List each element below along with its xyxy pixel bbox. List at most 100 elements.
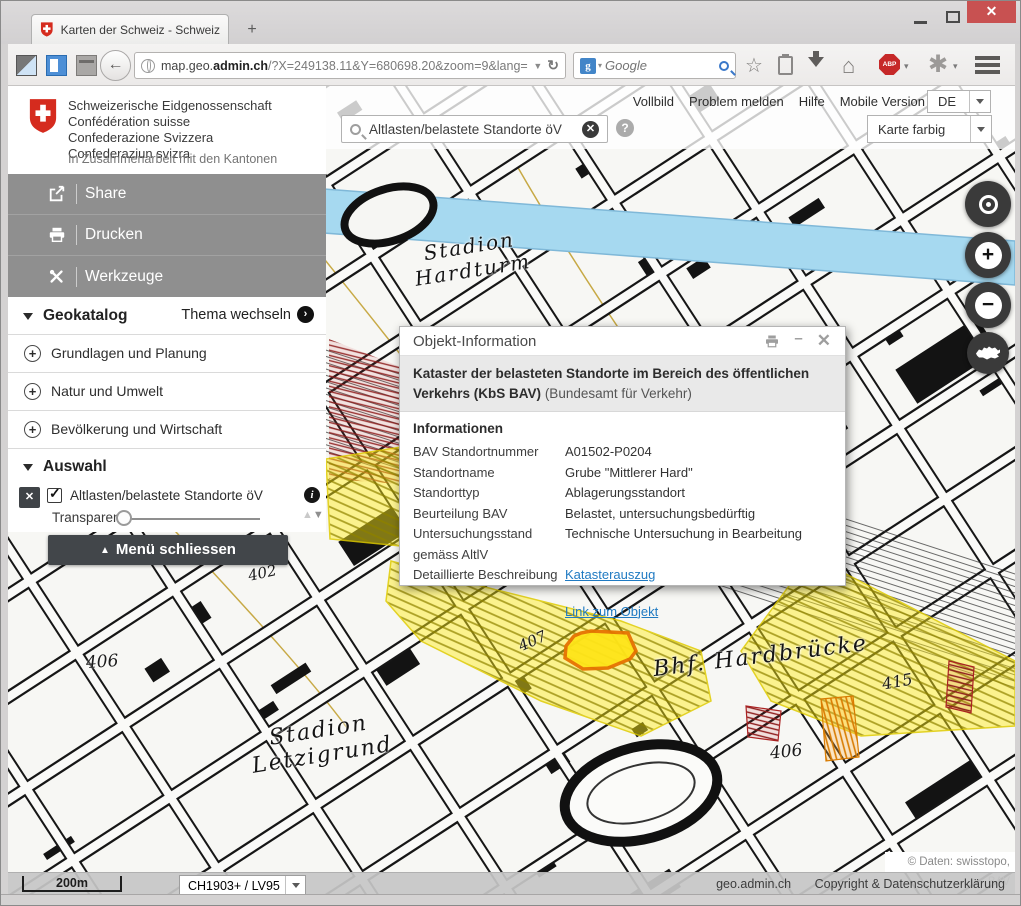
layer-info-icon[interactable]: i: [304, 487, 320, 503]
category-natur[interactable]: + Natur und Umwelt: [8, 372, 326, 410]
link-mobile-version[interactable]: Mobile Version: [840, 94, 925, 109]
plus-icon: +: [975, 242, 1002, 269]
popup-minimize-icon[interactable]: –: [794, 330, 802, 347]
window-frame-bottom: [1, 894, 1021, 906]
layer-reorder-arrows[interactable]: ▲▼: [302, 509, 324, 521]
chevron-down-icon: [285, 876, 305, 894]
print-button[interactable]: Drucken: [8, 215, 326, 256]
collapse-triangle-icon: [23, 464, 33, 476]
chevron-down-icon: [970, 116, 991, 142]
scale-bar: 200m: [22, 876, 122, 892]
adblock-icon[interactable]: ABP: [879, 54, 900, 75]
collapse-triangle-icon: [23, 313, 33, 325]
home-icon[interactable]: ⌂: [842, 53, 855, 79]
cantons-cooperation-note: In Zusammenarbeit mit den Kantonen: [68, 152, 277, 166]
info-row: BAV StandortnummerA01502-P0204: [413, 442, 832, 463]
katasterauszug-link[interactable]: Katasterauszug: [565, 565, 655, 586]
map-search-input[interactable]: [369, 122, 582, 137]
popup-close-icon[interactable]: ✕: [817, 331, 831, 351]
theme-switch-link[interactable]: Thema wechseln ›: [181, 306, 314, 323]
plugin-icon[interactable]: ✱: [928, 50, 948, 79]
swiss-coat-of-arms-icon: [28, 97, 58, 135]
url-bar[interactable]: map.geo.admin.ch/?X=249138.11&Y=680698.2…: [134, 52, 566, 79]
geolocate-button[interactable]: [965, 181, 1011, 227]
projection-select[interactable]: CH1903+ / LV95: [179, 875, 306, 894]
back-button[interactable]: ←: [100, 50, 131, 81]
catalog-panel: Geokatalog Thema wechseln › + Grundlagen…: [8, 297, 326, 532]
web-search-input[interactable]: [605, 58, 719, 73]
link-vollbild[interactable]: Vollbild: [633, 94, 674, 109]
minus-icon: −: [975, 292, 1002, 319]
toolbar-overflow-icon[interactable]: ▾: [953, 61, 958, 72]
popup-header[interactable]: Objekt-Information – ✕: [400, 327, 845, 356]
tab-title: Karten der Schweiz - Schweize...: [61, 23, 220, 37]
geoadmin-link[interactable]: geo.admin.ch: [716, 877, 791, 891]
new-tab-button[interactable]: +: [239, 19, 265, 41]
addon-archive-icon[interactable]: [76, 55, 97, 76]
zoom-out-button[interactable]: −: [965, 282, 1011, 328]
tools-button[interactable]: Werkzeuge: [8, 256, 326, 297]
adblock-dropdown-icon[interactable]: ▾: [904, 61, 909, 72]
addon-image-icon[interactable]: [16, 55, 37, 76]
search-go-icon[interactable]: [719, 61, 729, 71]
swiss-favicon-icon: [40, 22, 54, 37]
transparency-slider-handle[interactable]: [116, 510, 132, 526]
arrow-right-circle-icon: ›: [297, 306, 314, 323]
popup-section-title: Informationen: [413, 421, 832, 436]
expand-plus-icon: +: [24, 421, 41, 438]
close-window-button[interactable]: ✕: [967, 1, 1016, 23]
url-text: map.geo.admin.ch/?X=249138.11&Y=680698.2…: [161, 59, 528, 73]
addon-sidebar-icon[interactable]: [46, 55, 67, 76]
category-grundlagen[interactable]: + Grundlagen und Planung: [8, 334, 326, 372]
maximize-button[interactable]: [946, 11, 960, 23]
map-search-box[interactable]: ✕: [341, 115, 608, 143]
transparency-slider-track[interactable]: [122, 518, 260, 520]
share-button[interactable]: Share: [8, 174, 326, 215]
chevron-down-icon: [969, 91, 990, 112]
close-menu-button[interactable]: ▲Menü schliessen: [48, 535, 288, 565]
footer-bar: 200m CH1903+ / LV95 geo.admin.ch Copyrig…: [8, 872, 1015, 894]
language-select[interactable]: DE: [927, 90, 991, 113]
engine-dropdown-icon[interactable]: ▾: [598, 61, 602, 70]
minimize-button[interactable]: [914, 21, 927, 24]
auswahl-header[interactable]: Auswahl: [8, 448, 326, 485]
map-elevation-406a: 406: [85, 651, 119, 673]
target-icon: [979, 195, 998, 214]
browser-tab[interactable]: Karten der Schweiz - Schweize...: [31, 14, 229, 44]
layer-label: Altlasten/belastete Standorte öV: [70, 488, 263, 503]
reload-icon[interactable]: ↻: [547, 57, 559, 74]
map-elevation-406b: 406: [769, 740, 803, 763]
search-engine-bar[interactable]: g ▾: [573, 52, 736, 79]
category-bevoelkerung[interactable]: + Bevölkerung und Wirtschaft: [8, 410, 326, 448]
info-row: Untersuchungsstand gemäss AltlVTechnisch…: [413, 524, 832, 565]
downloads-icon[interactable]: [808, 57, 824, 75]
search-help-icon[interactable]: ?: [616, 119, 634, 137]
bookmark-star-icon[interactable]: ☆: [745, 53, 763, 78]
info-row: Beurteilung BAVBelastet, untersuchungsbe…: [413, 504, 832, 525]
footer-links: geo.admin.ch Copyright & Datenschutzerkl…: [696, 877, 1005, 891]
info-row: StandorttypAblagerungsstandort: [413, 483, 832, 504]
link-hilfe[interactable]: Hilfe: [799, 94, 825, 109]
share-icon: [48, 185, 66, 203]
popup-print-icon[interactable]: [764, 334, 780, 349]
menu-hamburger-icon[interactable]: [975, 56, 1000, 77]
navigation-toolbar: ← map.geo.admin.ch/?X=249138.11&Y=680698…: [8, 44, 1015, 86]
map-background-select[interactable]: Karte farbig: [867, 115, 992, 143]
copyright-link[interactable]: Copyright & Datenschutzerklärung: [815, 877, 1005, 891]
layer-checkbox[interactable]: ✓: [47, 488, 62, 503]
printer-icon: [48, 226, 66, 244]
clear-search-icon[interactable]: ✕: [582, 121, 599, 138]
popup-body: Informationen BAV StandortnummerA01502-P…: [400, 412, 845, 630]
header-logo-block: Schweizerische Eidgenossenschaft Confédé…: [8, 86, 326, 174]
object-information-popup: Objekt-Information – ✕ Kataster der bela…: [399, 326, 846, 586]
zoom-in-button[interactable]: +: [965, 232, 1011, 278]
link-problem-melden[interactable]: Problem melden: [689, 94, 784, 109]
expand-plus-icon: +: [24, 383, 41, 400]
bookmarks-clipboard-icon[interactable]: [778, 56, 793, 75]
url-dropdown-icon[interactable]: ▼: [528, 61, 547, 71]
remove-layer-button[interactable]: ✕: [19, 487, 40, 508]
object-link[interactable]: Link zum Objekt: [565, 604, 658, 619]
popup-title: Objekt-Information: [413, 333, 764, 350]
google-favicon[interactable]: g: [580, 58, 596, 74]
default-extent-button[interactable]: [967, 332, 1009, 374]
